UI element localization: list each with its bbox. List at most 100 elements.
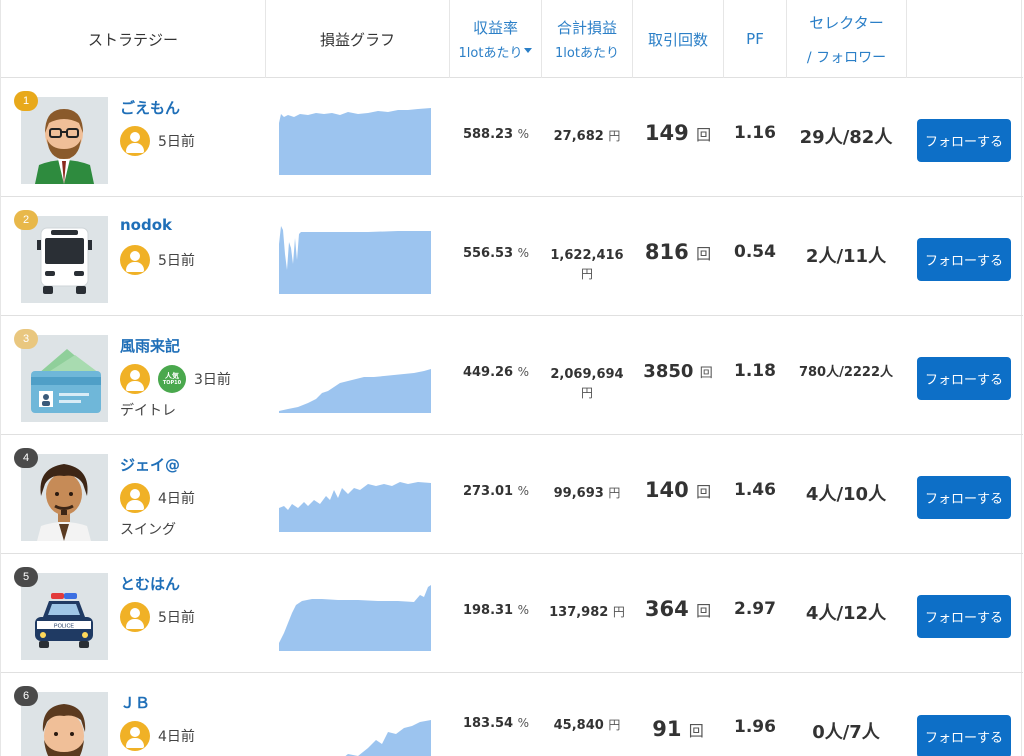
header-graph: 損益グラフ [266, 0, 450, 78]
police-car-icon[interactable]: POLICE [21, 573, 108, 660]
updated-ago: 4日前 [158, 491, 195, 507]
header-profit-label[interactable]: 合計損益 [557, 17, 617, 38]
header-strategy: ストラテジー [1, 0, 266, 78]
updated-ago: 3日前 [194, 372, 231, 388]
total-profit: 1,622,416 円 [542, 246, 632, 284]
total-profit-value: 27,682 [553, 129, 604, 144]
header-rate[interactable]: 収益率 1lotあたり [450, 0, 542, 78]
user-icon [120, 483, 150, 513]
follow-button[interactable]: フォローする [917, 119, 1011, 162]
follow-button[interactable]: フォローする [917, 238, 1011, 281]
curly-man-icon[interactable] [21, 454, 108, 541]
header-selector[interactable]: セレクター / フォロワー [787, 0, 907, 78]
strategy-name-link[interactable]: ＪＢ [120, 692, 150, 713]
strategy-name-link[interactable]: nodok [120, 216, 172, 234]
strategy-meta: 人気 TOP10 3日前 [120, 364, 231, 394]
header-trades[interactable]: 取引回数 [633, 0, 724, 78]
follow-button[interactable]: フォローする [917, 476, 1011, 519]
profit-graph[interactable] [278, 224, 431, 294]
profit-graph[interactable] [278, 343, 431, 413]
total-profit-value: 2,069,694 [550, 367, 624, 382]
percent-unit: % [517, 716, 530, 730]
trade-style: スイング [120, 522, 176, 538]
total-profit-value: 137,982 [549, 605, 609, 620]
table-row: 3 風雨来記 人気 TOP10 3日前 デイトレ 449.26 % 2,069,… [1, 316, 1023, 435]
profit-graph[interactable] [278, 462, 431, 532]
sort-desc-icon[interactable] [524, 48, 533, 53]
follow-button[interactable]: フォローする [917, 595, 1011, 638]
profit-graph[interactable] [278, 700, 431, 756]
table-header: ストラテジー 損益グラフ 収益率 1lotあたり 合計損益 1lotあたり 取引… [1, 0, 1023, 78]
total-profit: 99,693 円 [542, 484, 632, 503]
strategy-meta: 5日前 [120, 126, 195, 156]
follow-button[interactable]: フォローする [917, 357, 1011, 400]
updated-ago: 5日前 [158, 610, 195, 626]
header-rate-label[interactable]: 収益率 [473, 17, 518, 38]
glasses-man-icon[interactable] [21, 97, 108, 184]
table-row: 4 ジェイ@ 4日前 スイング 273.01 % 99,693 円 140 回 … [1, 435, 1023, 554]
return-rate-value: 183.54 [462, 716, 514, 731]
strategy-meta: 4日前 [120, 483, 195, 513]
profit-factor: 1.46 [734, 480, 776, 500]
rank-badge: 6 [14, 686, 38, 706]
return-rate: 588.23 % [450, 127, 542, 142]
ranking-table: ストラテジー 損益グラフ 収益率 1lotあたり 合計損益 1lotあたり 取引… [0, 0, 1023, 756]
popular-top10-badge: 人気 TOP10 [158, 365, 186, 393]
profit-factor: 1.16 [734, 123, 776, 143]
selector-follower-count: 4人/12人 [805, 603, 887, 624]
total-profit: 45,840 円 [542, 716, 632, 735]
trade-count-value: 149 [644, 121, 689, 145]
table-row: 6 ＪＢ 4日前 183.54 % 45,840 円 91 回 1.96 0人/… [1, 673, 1023, 756]
trade-style: デイトレ [120, 403, 176, 419]
header-pf[interactable]: PF [724, 0, 787, 78]
header-rate-sub: 1lotあたり [458, 46, 523, 61]
return-rate: 198.31 % [450, 603, 542, 618]
strategy-name-link[interactable]: とむはん [120, 573, 180, 594]
follow-button[interactable]: フォローする [917, 715, 1011, 756]
user-icon [120, 364, 150, 394]
percent-unit: % [517, 484, 530, 498]
table-row: 1 ごえもん 5日前 588.23 % 27,682 円 149 回 1.16 … [1, 78, 1023, 197]
percent-unit: % [517, 246, 530, 260]
table-row: 5 POLICE とむはん 5日前 198.31 % 137,982 円 364… [1, 554, 1023, 673]
strategy-meta: 5日前 [120, 602, 195, 632]
strategy-name-link[interactable]: 風雨来記 [120, 335, 180, 356]
total-profit: 137,982 円 [542, 603, 632, 622]
header-selector-sub[interactable]: / フォロワー [807, 47, 886, 67]
strategy-meta: 5日前 [120, 245, 195, 275]
yen-unit: 円 [608, 718, 621, 732]
profit-factor: 1.18 [734, 361, 776, 381]
strategy-name-link[interactable]: ごえもん [120, 97, 180, 118]
trade-count: 91 回 [633, 717, 723, 741]
user-icon [120, 126, 150, 156]
yen-unit: 円 [612, 605, 625, 619]
return-rate: 556.53 % [450, 246, 542, 261]
wallet-icon[interactable] [21, 335, 108, 422]
bus-icon[interactable] [21, 216, 108, 303]
count-unit: 回 [696, 126, 712, 144]
header-profit-sub: 1lotあたり [555, 46, 619, 61]
return-rate-value: 556.53 [462, 246, 514, 261]
strategy-name-link[interactable]: ジェイ@ [120, 454, 180, 475]
trade-count: 3850 回 [633, 361, 723, 382]
profit-graph[interactable] [278, 105, 431, 175]
selector-follower-count: 4人/10人 [805, 484, 887, 505]
return-rate: 449.26 % [450, 365, 542, 380]
count-unit: 回 [696, 483, 712, 501]
header-trades-label[interactable]: 取引回数 [648, 29, 708, 50]
profit-graph[interactable] [278, 581, 431, 651]
count-unit: 回 [699, 366, 713, 381]
selector-follower-count: 780人/2222人 [798, 365, 894, 380]
rank-badge: 2 [14, 210, 38, 230]
yen-unit: 円 [608, 129, 621, 143]
updated-ago: 5日前 [158, 253, 195, 269]
user-icon [120, 721, 150, 751]
count-unit: 回 [688, 722, 704, 740]
trade-count: 364 回 [633, 597, 723, 621]
return-rate-value: 198.31 [462, 603, 514, 618]
return-rate-value: 588.23 [462, 127, 514, 142]
header-selector-label[interactable]: セレクター [809, 12, 883, 33]
header-profit[interactable]: 合計損益 1lotあたり [542, 0, 633, 78]
header-pf-label[interactable]: PF [746, 30, 764, 48]
popular-badge-label: 人気 [165, 372, 179, 380]
